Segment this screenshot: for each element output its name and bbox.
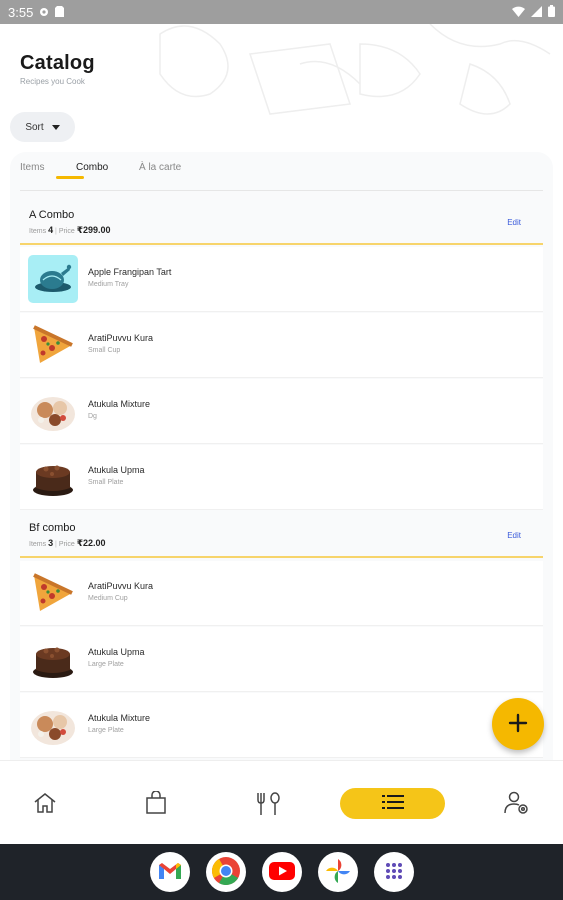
combo-meta: Items 4 | Price ₹299.00 [29, 225, 111, 236]
combo-price-label: Price [58, 541, 75, 548]
tab-a-la-carte[interactable]: À la carte [139, 162, 181, 182]
combo-price: ₹22.00 [76, 538, 106, 548]
item-size: Medium Tray [88, 281, 129, 288]
combo-items-label: Items [29, 541, 47, 548]
list-item[interactable]: AratiPuvvu Kura Medium Cup [20, 561, 543, 626]
tab-combo[interactable]: Combo [76, 162, 108, 182]
meta-separator: | [55, 541, 57, 548]
item-size: Dg [88, 413, 97, 420]
nav-orders-button[interactable] [141, 789, 171, 819]
account-settings-icon [504, 791, 530, 818]
item-size: Medium Cup [88, 595, 128, 602]
combo-price-label: Price [58, 228, 75, 235]
dessert-plate-image [28, 701, 78, 749]
combo-edit-button[interactable]: Edit [507, 218, 521, 227]
item-name: Atukula Upma [88, 465, 145, 475]
gmail-app[interactable] [150, 852, 190, 892]
notification-icon [39, 5, 49, 20]
combo-edit-button[interactable]: Edit [507, 531, 521, 540]
add-button[interactable] [492, 698, 544, 750]
combo-divider [20, 243, 543, 245]
nav-account-button[interactable] [502, 789, 532, 819]
battery-icon [548, 4, 555, 20]
list-icon [381, 794, 404, 813]
nav-catalog-button[interactable] [340, 788, 445, 819]
list-item[interactable]: Atukula Mixture Dg [20, 379, 543, 444]
apps-grid-icon [385, 862, 403, 883]
combo-name: A Combo [29, 209, 75, 221]
chocolate-cake-image [28, 635, 78, 683]
tab-items[interactable]: Items [20, 162, 44, 182]
roast-chicken-icon [28, 255, 78, 303]
pizza-slice-image [28, 569, 78, 617]
chrome-icon [211, 856, 241, 889]
item-name: Apple Frangipan Tart [88, 267, 172, 277]
photos-app[interactable] [318, 852, 358, 892]
caret-down-icon [51, 124, 60, 130]
list-item[interactable]: Apple Frangipan Tart Medium Tray [20, 247, 543, 312]
combo-divider [20, 556, 543, 558]
shopping-bag-icon [145, 789, 167, 818]
nav-menu-button[interactable] [254, 789, 284, 819]
sort-button[interactable]: Sort [10, 112, 75, 142]
item-name: Atukula Mixture [88, 713, 151, 723]
combo-items-count: 3 [48, 538, 54, 548]
item-name: AratiPuvvu Kura [88, 581, 154, 591]
page-subtitle: Recipes you Cook [20, 77, 85, 86]
item-size: Small Cup [88, 347, 121, 354]
list-item[interactable]: Atukula Mixture Large Plate [20, 693, 543, 758]
wifi-icon [512, 5, 525, 20]
combo-meta: Items 3 | Price ₹22.00 [29, 538, 106, 549]
plus-icon [508, 713, 528, 736]
signal-icon [531, 5, 542, 20]
item-name: AratiPuvvu Kura [88, 333, 154, 343]
combo-name: Bf combo [29, 522, 76, 534]
item-name: Atukula Mixture [88, 399, 151, 409]
item-size: Large Plate [88, 661, 124, 668]
cutlery-icon [255, 791, 283, 818]
combo-items-label: Items [29, 228, 47, 235]
tabs-divider [20, 190, 543, 191]
combo-header: A Combo Items 4 | Price ₹299.00 Edit [20, 201, 543, 245]
youtube-app[interactable] [262, 852, 302, 892]
page-header: Catalog Recipes you Cook [20, 52, 95, 86]
combo-header: Bf combo Items 3 | Price ₹22.00 Edit [20, 514, 543, 558]
status-time: 3:55 [8, 4, 34, 20]
item-name: Atukula Upma [88, 647, 145, 657]
status-bar: 3:55 [0, 0, 563, 24]
item-size: Large Plate [88, 727, 124, 734]
item-size: Small Plate [88, 479, 124, 486]
gmail-icon [158, 862, 182, 883]
background-doodle [0, 24, 563, 164]
sim-card-icon [55, 5, 65, 20]
combo-items-count: 4 [48, 225, 54, 235]
chocolate-cake-image [28, 453, 78, 501]
list-item[interactable]: Atukula Upma Small Plate [20, 445, 543, 510]
chrome-app[interactable] [206, 852, 246, 892]
home-icon [33, 792, 57, 817]
list-item[interactable]: AratiPuvvu Kura Small Cup [20, 313, 543, 378]
active-tab-indicator [56, 176, 84, 179]
pizza-slice-image [28, 321, 78, 369]
meta-separator: | [55, 228, 57, 235]
sort-label: Sort [25, 121, 44, 133]
app-drawer-button[interactable] [374, 852, 414, 892]
nav-home-button[interactable] [30, 789, 60, 819]
list-item[interactable]: Atukula Upma Large Plate [20, 627, 543, 692]
combo-price: ₹299.00 [76, 225, 111, 235]
system-dock [0, 844, 563, 900]
bottom-navigation [0, 760, 563, 844]
youtube-icon [269, 861, 295, 883]
dessert-plate-image [28, 387, 78, 435]
photos-icon [324, 857, 352, 888]
page-title: Catalog [20, 52, 95, 74]
